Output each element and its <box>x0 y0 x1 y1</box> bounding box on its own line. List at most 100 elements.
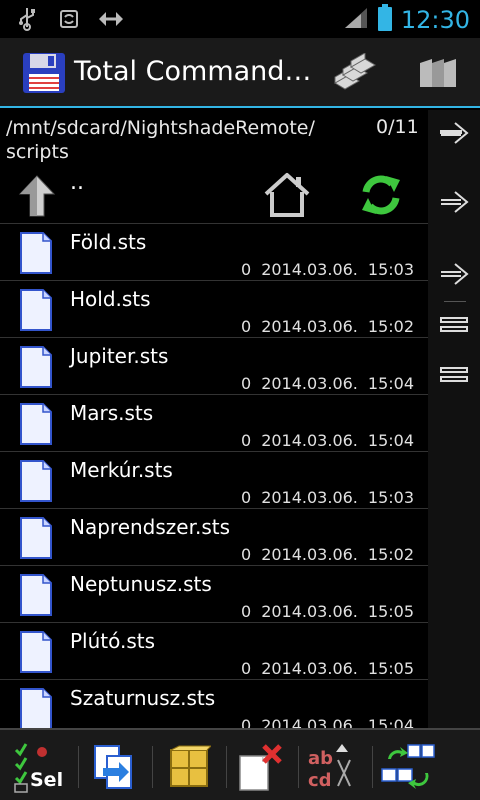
file-size: 0 <box>241 659 252 678</box>
file-icon <box>20 517 52 559</box>
select-button[interactable]: Sel <box>12 740 68 794</box>
file-icon <box>20 688 52 728</box>
file-size: 0 <box>241 716 252 728</box>
file-meta: 0 2014.03.06. 15:02 <box>241 545 414 564</box>
delete-button[interactable] <box>232 740 288 794</box>
parent-dir-row[interactable]: .. <box>0 168 428 224</box>
file-panel[interactable]: /mnt/sdcard/NightshadeRemote/ scripts 0/… <box>0 110 428 728</box>
file-date: 2014.03.06. <box>261 317 358 336</box>
file-time: 15:04 <box>367 716 414 728</box>
bookmarks-button[interactable] <box>412 48 464 98</box>
toolbar-divider <box>152 746 153 788</box>
app-title: Total Command… <box>74 56 312 87</box>
file-row[interactable]: Merkúr.sts 0 2014.03.06. 15:03 <box>0 452 428 509</box>
file-date: 2014.03.06. <box>261 545 358 564</box>
file-date: 2014.03.06. <box>261 431 358 450</box>
file-time: 15:05 <box>367 602 414 621</box>
file-size: 0 <box>241 602 252 621</box>
selection-count: 0/11 <box>376 116 419 138</box>
copy-files-button[interactable] <box>328 48 380 98</box>
file-icon <box>20 289 52 331</box>
file-date: 2014.03.06. <box>261 602 358 621</box>
file-time: 15:02 <box>367 545 414 564</box>
copy-button[interactable] <box>86 740 142 794</box>
file-icon <box>20 232 52 274</box>
toolbar-divider <box>298 746 299 788</box>
floppy-disk-icon[interactable] <box>22 52 66 94</box>
file-time: 15:04 <box>367 431 414 450</box>
file-name: Naprendszer.sts <box>70 515 231 539</box>
file-meta: 0 2014.03.06. 15:03 <box>241 260 414 279</box>
transfer-right-button-1[interactable] <box>436 118 472 148</box>
sync-button[interactable] <box>380 740 436 794</box>
file-meta: 0 2014.03.06. 15:04 <box>241 374 414 393</box>
file-icon <box>20 403 52 445</box>
copy-files-icon <box>334 53 376 90</box>
bottom-toolbar: Sel ab cd <box>0 728 480 800</box>
up-arrow-icon <box>18 174 56 218</box>
file-date: 2014.03.06. <box>261 374 358 393</box>
file-time: 15:03 <box>367 488 414 507</box>
file-size: 0 <box>241 488 252 507</box>
sidebar-divider <box>444 301 466 302</box>
file-icon <box>20 574 52 616</box>
rename-icon: ab cd <box>308 744 351 791</box>
equals-icon <box>440 367 468 382</box>
svg-text:ab: ab <box>308 748 333 769</box>
file-time: 15:04 <box>367 374 414 393</box>
file-size: 0 <box>241 431 252 450</box>
file-row[interactable]: Neptunusz.sts 0 2014.03.06. 15:05 <box>0 566 428 623</box>
file-date: 2014.03.06. <box>261 716 358 728</box>
file-size: 0 <box>241 545 252 564</box>
file-size: 0 <box>241 317 252 336</box>
bookmarks-icon <box>420 59 456 87</box>
file-row[interactable]: Mars.sts 0 2014.03.06. 15:04 <box>0 395 428 452</box>
file-icon <box>20 631 52 673</box>
action-bar: Total Command… <box>0 38 480 108</box>
file-row[interactable]: Szaturnusz.sts 0 2014.03.06. 15:04 <box>0 680 428 728</box>
equal-button-2[interactable] <box>436 360 472 390</box>
archive-box-icon <box>170 745 211 787</box>
file-time: 15:03 <box>367 260 414 279</box>
current-path: /mnt/sdcard/NightshadeRemote/ scripts <box>6 117 315 163</box>
equal-button-1[interactable] <box>436 310 472 340</box>
file-row[interactable]: Föld.sts 0 2014.03.06. 15:03 <box>0 224 428 281</box>
toolbar-divider <box>372 746 373 788</box>
file-icon <box>20 460 52 502</box>
file-name: Mars.sts <box>70 401 154 425</box>
transfer-right-button-2[interactable] <box>436 187 472 217</box>
delete-icon <box>239 744 282 791</box>
file-time: 15:02 <box>367 317 414 336</box>
file-name: Merkúr.sts <box>70 458 173 482</box>
sync-compare-icon <box>381 744 435 789</box>
svg-text:cd: cd <box>308 770 332 791</box>
toolbar-divider <box>226 746 227 788</box>
toolbar-divider <box>78 746 79 788</box>
right-sidebar <box>428 110 480 728</box>
file-name: Föld.sts <box>70 230 147 254</box>
arrow-right-icon <box>441 263 469 285</box>
file-name: Szaturnusz.sts <box>70 686 216 710</box>
file-meta: 0 2014.03.06. 15:05 <box>241 659 414 678</box>
file-date: 2014.03.06. <box>261 659 358 678</box>
file-row[interactable]: Hold.sts 0 2014.03.06. 15:02 <box>0 281 428 338</box>
file-row[interactable]: Jupiter.sts 0 2014.03.06. 15:04 <box>0 338 428 395</box>
file-meta: 0 2014.03.06. 15:04 <box>241 716 414 728</box>
usb-icon <box>14 6 40 32</box>
rename-button[interactable]: ab cd <box>304 740 360 794</box>
file-row[interactable]: Plútó.sts 0 2014.03.06. 15:05 <box>0 623 428 680</box>
refresh-button[interactable] <box>358 172 404 218</box>
debug-icon <box>98 6 124 32</box>
file-name: Jupiter.sts <box>70 344 169 368</box>
transfer-right-button-3[interactable] <box>436 259 472 289</box>
pack-button[interactable] <box>160 740 216 794</box>
file-name: Plútó.sts <box>70 629 156 653</box>
file-row[interactable]: Naprendszer.sts 0 2014.03.06. 15:02 <box>0 509 428 566</box>
file-time: 15:05 <box>367 659 414 678</box>
battery-icon <box>377 4 393 36</box>
file-meta: 0 2014.03.06. 15:04 <box>241 431 414 450</box>
equals-icon <box>440 317 468 332</box>
svg-text:Sel: Sel <box>30 769 63 791</box>
parent-dir-label: .. <box>70 170 84 195</box>
home-button[interactable] <box>262 172 312 218</box>
